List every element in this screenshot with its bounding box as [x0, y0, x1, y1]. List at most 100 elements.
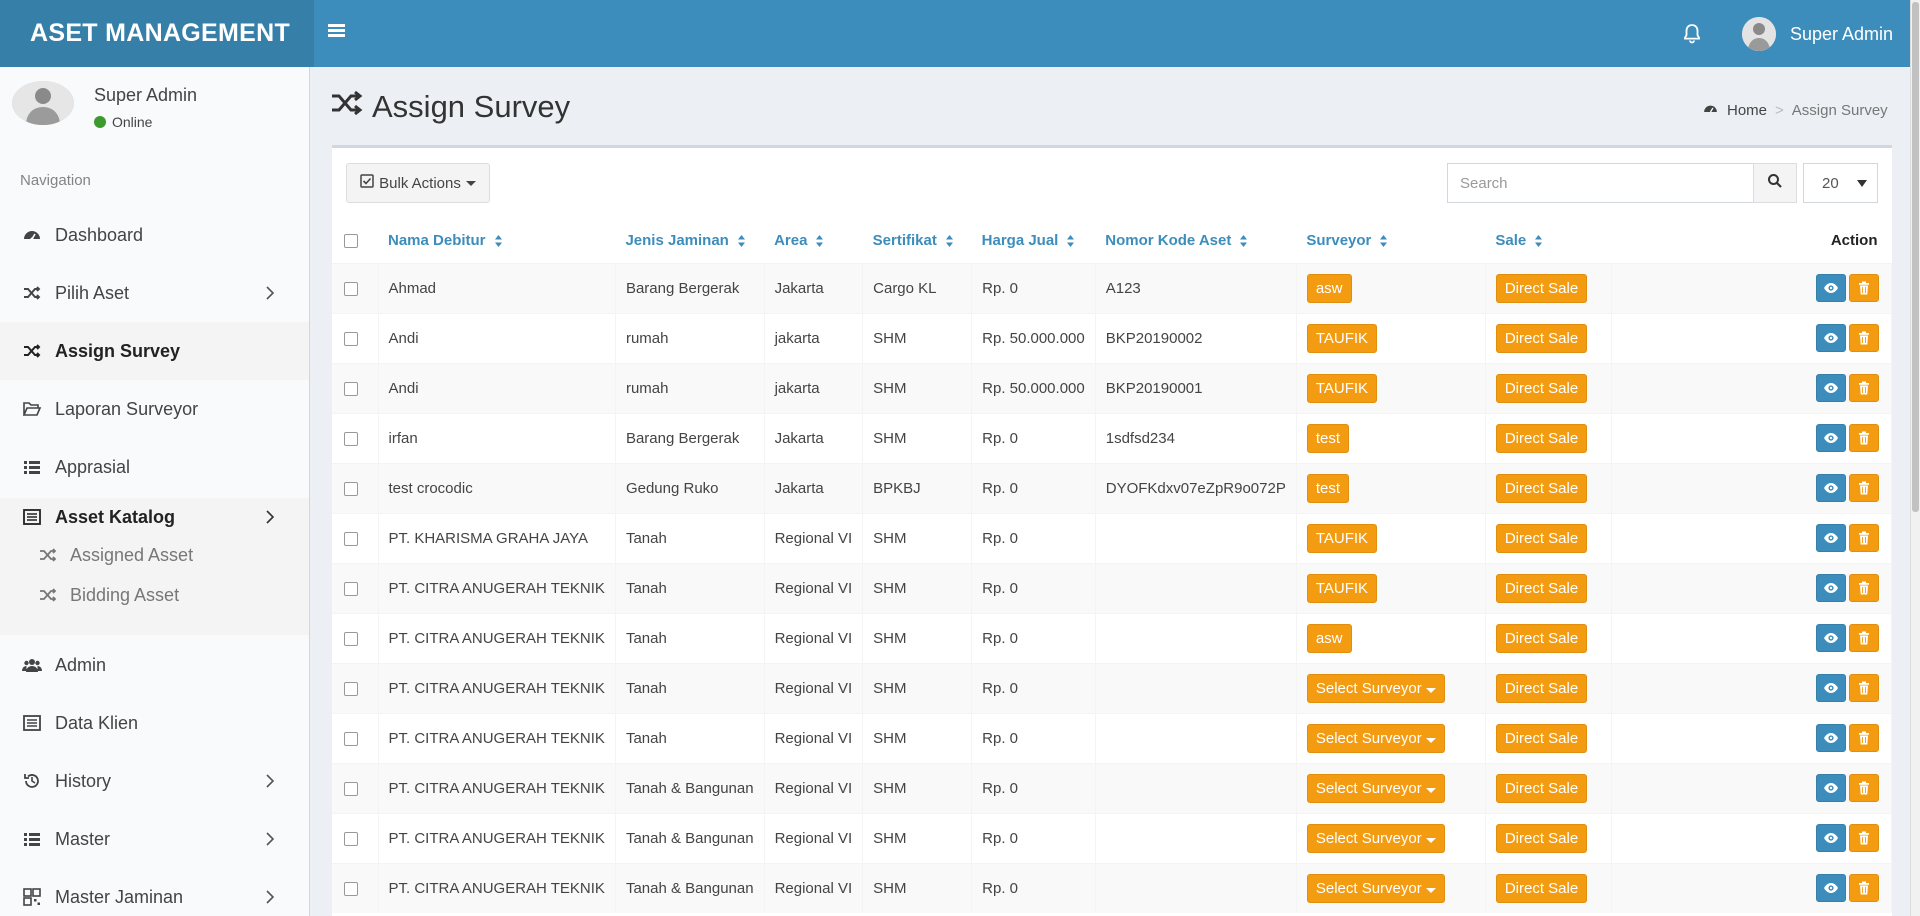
column-header-surveyor[interactable]: Surveyor: [1296, 218, 1486, 264]
delete-button[interactable]: [1849, 774, 1879, 802]
column-header-area[interactable]: Area: [764, 218, 863, 264]
surveyor-button[interactable]: asw: [1306, 273, 1352, 303]
view-button[interactable]: [1816, 474, 1846, 502]
app-logo[interactable]: ASET MANAGEMENT: [0, 0, 314, 67]
trash-icon: [1858, 631, 1870, 645]
view-button[interactable]: [1816, 674, 1846, 702]
direct-sale-button[interactable]: Direct Sale: [1495, 523, 1588, 553]
search-button[interactable]: [1753, 163, 1797, 203]
row-checkbox[interactable]: [344, 831, 358, 846]
column-header-sertifikat[interactable]: Sertifikat: [862, 218, 972, 264]
view-button[interactable]: [1816, 874, 1846, 903]
direct-sale-button[interactable]: Direct Sale: [1495, 823, 1588, 853]
direct-sale-button[interactable]: Direct Sale: [1495, 423, 1588, 453]
view-button[interactable]: [1816, 824, 1846, 852]
delete-button[interactable]: [1849, 474, 1879, 502]
direct-sale-button[interactable]: Direct Sale: [1495, 573, 1588, 603]
bell-icon[interactable]: [1680, 22, 1704, 46]
view-button[interactable]: [1816, 324, 1846, 352]
delete-button[interactable]: [1849, 574, 1879, 602]
sidebar-item-asset-katalog[interactable]: Asset Katalog: [0, 496, 309, 538]
surveyor-button[interactable]: TAUFIK: [1306, 373, 1378, 403]
direct-sale-button[interactable]: Direct Sale: [1495, 873, 1588, 903]
sidebar-item-pilih-aset[interactable]: Pilih Aset: [0, 264, 309, 322]
view-button[interactable]: [1816, 774, 1846, 802]
row-checkbox[interactable]: [344, 381, 358, 396]
delete-button[interactable]: [1849, 624, 1879, 652]
select-surveyor-dropdown[interactable]: Select Surveyor: [1306, 823, 1445, 853]
sidebar-item-admin[interactable]: Admin: [0, 636, 309, 694]
direct-sale-button[interactable]: Direct Sale: [1495, 273, 1588, 303]
sidebar-item-master[interactable]: Master: [0, 810, 309, 868]
column-header-nomor-kode-aset[interactable]: Nomor Kode Aset: [1095, 218, 1297, 264]
sidebar-item-dashboard[interactable]: Dashboard: [0, 206, 309, 264]
row-checkbox[interactable]: [344, 481, 358, 496]
column-header-sale[interactable]: Sale: [1485, 218, 1612, 264]
direct-sale-button[interactable]: Direct Sale: [1495, 373, 1588, 403]
sidebar-item-history[interactable]: History: [0, 752, 309, 810]
user-menu[interactable]: Super Admin: [1742, 16, 1893, 52]
view-button[interactable]: [1816, 724, 1846, 752]
view-button[interactable]: [1816, 274, 1846, 302]
surveyor-button[interactable]: test: [1306, 473, 1350, 503]
view-button[interactable]: [1816, 524, 1846, 552]
direct-sale-button[interactable]: Direct Sale: [1495, 473, 1588, 503]
select-surveyor-dropdown[interactable]: Select Surveyor: [1306, 673, 1445, 703]
surveyor-button[interactable]: TAUFIK: [1306, 323, 1378, 353]
delete-button[interactable]: [1849, 324, 1879, 352]
direct-sale-button[interactable]: Direct Sale: [1495, 623, 1588, 653]
sidebar-item-apprasial[interactable]: Apprasial: [0, 438, 309, 496]
sidebar-subitem-bidding-asset[interactable]: Bidding Asset: [0, 575, 309, 615]
surveyor-button[interactable]: TAUFIK: [1306, 523, 1378, 553]
row-checkbox[interactable]: [344, 681, 358, 696]
sidebar-toggle-icon[interactable]: [328, 22, 350, 44]
sidebar-item-laporan-surveyor[interactable]: Laporan Surveyor: [0, 380, 309, 438]
row-checkbox[interactable]: [344, 881, 358, 896]
delete-button[interactable]: [1849, 874, 1879, 903]
sidebar-subitem-assigned-asset[interactable]: Assigned Asset: [0, 535, 309, 575]
breadcrumb-home[interactable]: Home: [1727, 102, 1767, 119]
row-checkbox[interactable]: [344, 581, 358, 596]
delete-button[interactable]: [1849, 824, 1879, 852]
surveyor-button[interactable]: asw: [1306, 623, 1352, 653]
select-surveyor-dropdown[interactable]: Select Surveyor: [1306, 773, 1445, 803]
view-button[interactable]: [1816, 374, 1846, 402]
sidebar-item-master-jaminan[interactable]: Master Jaminan: [0, 868, 309, 916]
search-input[interactable]: [1447, 163, 1754, 203]
row-checkbox[interactable]: [344, 281, 358, 296]
column-header-harga-jual[interactable]: Harga Jual: [971, 218, 1096, 264]
view-button[interactable]: [1816, 624, 1846, 652]
delete-button[interactable]: [1849, 524, 1879, 552]
direct-sale-button[interactable]: Direct Sale: [1495, 323, 1588, 353]
row-checkbox[interactable]: [344, 331, 358, 346]
row-checkbox[interactable]: [344, 431, 358, 446]
sidebar-item-data-klien[interactable]: Data Klien: [0, 694, 309, 752]
view-button[interactable]: [1816, 424, 1846, 452]
view-button[interactable]: [1816, 574, 1846, 602]
select-surveyor-dropdown[interactable]: Select Surveyor: [1306, 873, 1445, 903]
delete-button[interactable]: [1849, 374, 1879, 402]
row-checkbox[interactable]: [344, 781, 358, 796]
page-size-select[interactable]: 20: [1803, 163, 1878, 203]
direct-sale-button[interactable]: Direct Sale: [1495, 773, 1588, 803]
delete-button[interactable]: [1849, 424, 1879, 452]
bulk-actions-button[interactable]: Bulk Actions: [346, 163, 490, 203]
column-header-jenis-jaminan[interactable]: Jenis Jaminan: [615, 218, 765, 264]
page-scrollbar[interactable]: [1910, 0, 1920, 916]
direct-sale-button[interactable]: Direct Sale: [1495, 723, 1588, 753]
surveyor-button[interactable]: test: [1306, 423, 1350, 453]
row-checkbox[interactable]: [344, 631, 358, 646]
surveyor-label: Select Surveyor: [1315, 829, 1422, 847]
row-checkbox[interactable]: [344, 531, 358, 546]
direct-sale-button[interactable]: Direct Sale: [1495, 673, 1588, 703]
delete-button[interactable]: [1849, 674, 1879, 702]
surveyor-button[interactable]: TAUFIK: [1306, 573, 1378, 603]
delete-button[interactable]: [1849, 274, 1879, 302]
column-header-nama-debitur[interactable]: Nama Debitur: [378, 218, 616, 264]
row-checkbox[interactable]: [344, 731, 358, 746]
select-all-checkbox[interactable]: [344, 233, 358, 248]
sidebar-item-assign-survey[interactable]: Assign Survey: [0, 322, 309, 380]
delete-button[interactable]: [1849, 724, 1879, 752]
select-surveyor-dropdown[interactable]: Select Surveyor: [1306, 723, 1445, 753]
shuffle-icon: [330, 88, 364, 126]
